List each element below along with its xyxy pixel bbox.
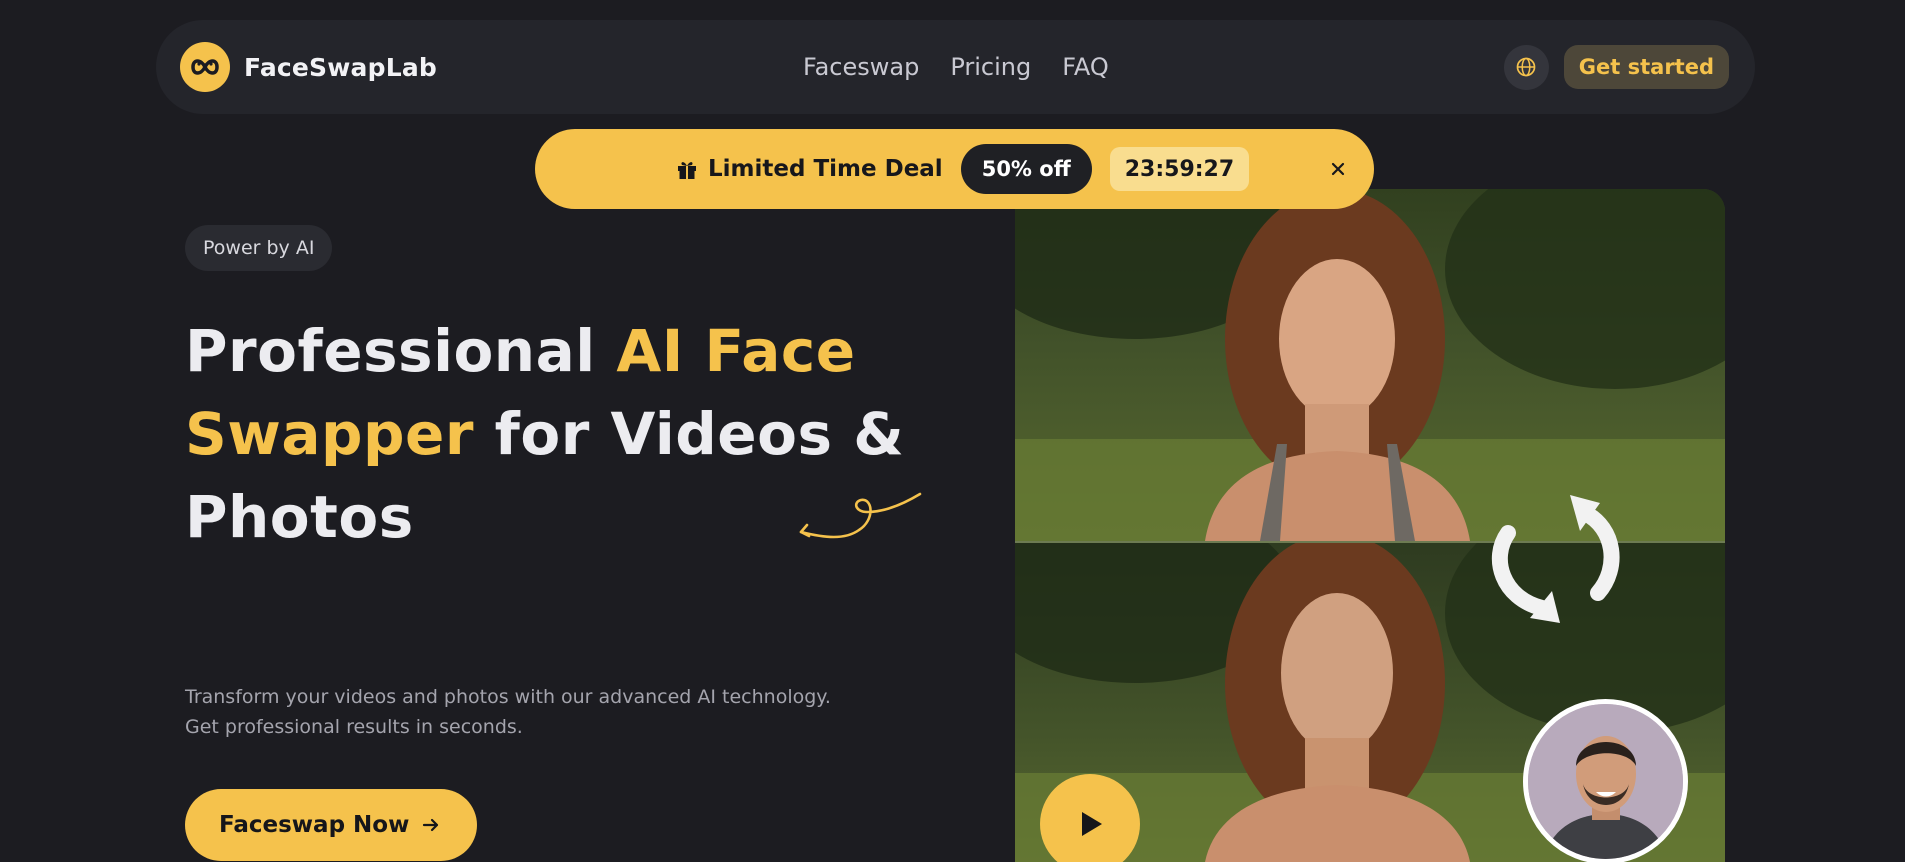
deal-title: Limited Time Deal — [676, 156, 943, 182]
description-line-2: Get professional results in seconds. — [185, 716, 523, 738]
page: FaceSwapLab Faceswap Pricing FAQ Get sta… — [0, 0, 1905, 862]
gift-icon — [678, 162, 696, 179]
nav-link-pricing[interactable]: Pricing — [950, 53, 1031, 81]
discount-badge: 50% off — [960, 144, 1092, 194]
logo-icon — [180, 42, 230, 92]
language-button[interactable] — [1503, 44, 1549, 90]
faceswap-now-button[interactable]: Faceswap Now — [185, 789, 478, 861]
target-face-thumbnail — [1523, 699, 1688, 862]
arrow-right-icon — [423, 818, 439, 832]
faceswap-now-label: Faceswap Now — [219, 812, 410, 838]
deal-banner: Limited Time Deal 50% off 23:59:27 — [535, 129, 1374, 209]
swap-arrows-icon — [1491, 495, 1620, 623]
get-started-button[interactable]: Get started — [1563, 45, 1729, 89]
description-line-1: Transform your videos and photos with ou… — [185, 686, 831, 708]
nav-links: Faceswap Pricing FAQ — [803, 20, 1109, 114]
nav-actions: Get started — [1503, 20, 1729, 114]
close-icon — [1331, 162, 1345, 176]
nav-link-faceswap[interactable]: Faceswap — [803, 53, 919, 81]
face-swap-preview — [1015, 189, 1725, 862]
close-deal-button[interactable] — [1322, 153, 1354, 185]
globe-icon — [1516, 57, 1536, 77]
powered-by-badge: Power by AI — [185, 225, 333, 271]
hero-description: Transform your videos and photos with ou… — [185, 682, 905, 742]
play-icon — [1082, 812, 1102, 836]
deal-title-text: Limited Time Deal — [708, 156, 943, 182]
decorative-squiggle — [799, 492, 922, 539]
headline-part1: Professional — [185, 317, 617, 385]
navbar: FaceSwapLab Faceswap Pricing FAQ Get sta… — [156, 20, 1755, 114]
countdown-timer: 23:59:27 — [1109, 147, 1250, 191]
logo[interactable]: FaceSwapLab — [180, 42, 437, 92]
nav-link-faq[interactable]: FAQ — [1062, 53, 1109, 81]
brand-name: FaceSwapLab — [244, 52, 438, 82]
deal-content: Limited Time Deal 50% off 23:59:27 — [676, 129, 1250, 209]
